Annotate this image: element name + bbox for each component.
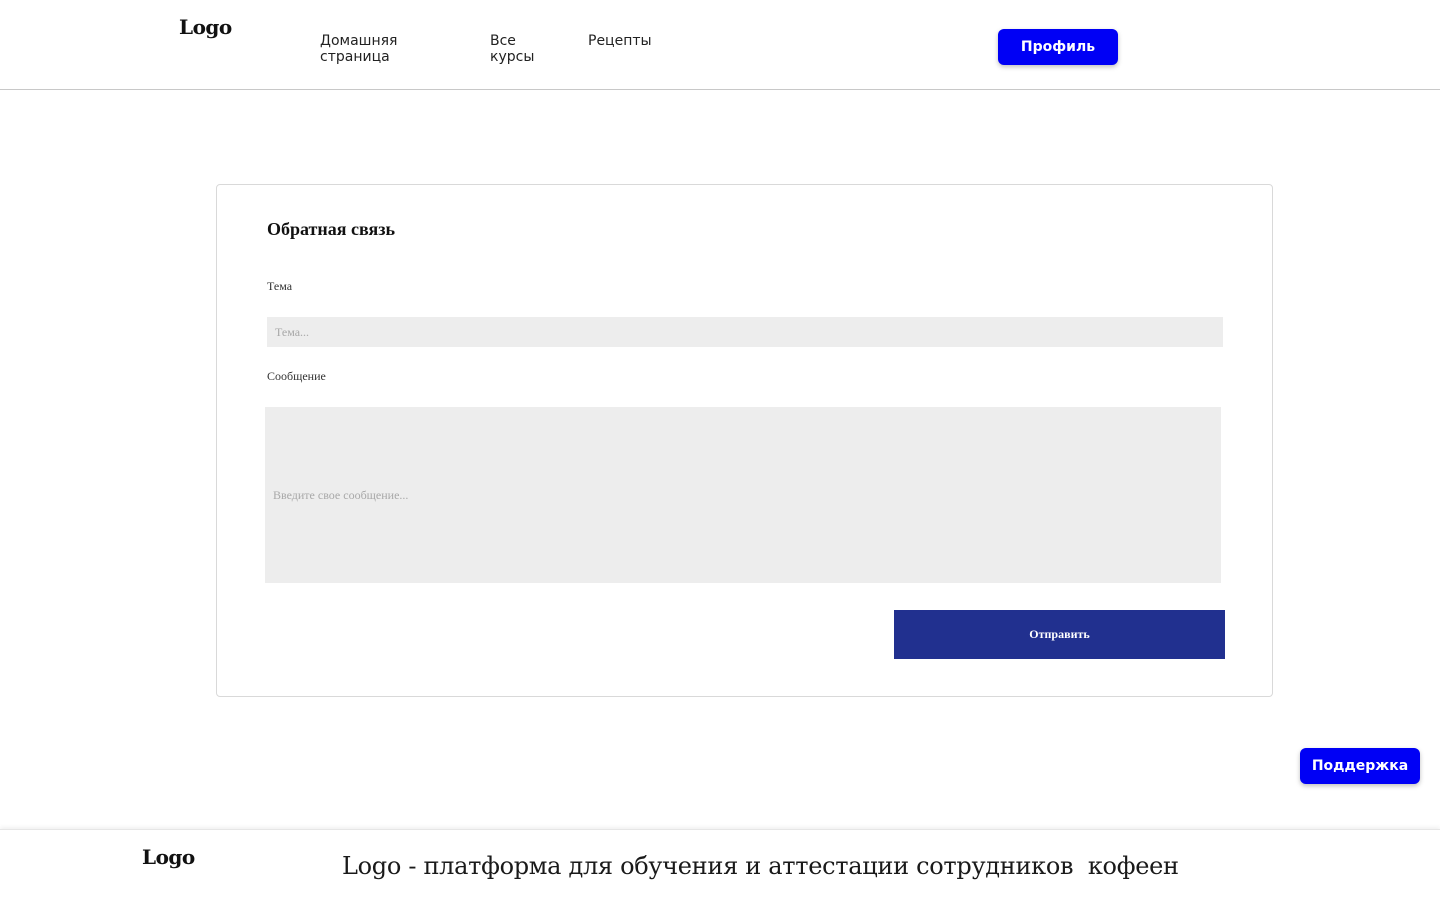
footer: Logo Logo - платформа для обучения и атт… <box>0 829 1440 900</box>
nav-link-home[interactable]: Домашняя страница <box>320 33 440 65</box>
support-button[interactable]: Поддержка <box>1300 748 1420 784</box>
nav-link-all-courses[interactable]: Все курсы <box>490 33 550 65</box>
footer-tagline: Logo - платформа для обучения и аттестац… <box>342 852 1179 880</box>
footer-logo: Logo <box>142 845 195 869</box>
top-navbar: Logo Домашняя страница Все курсы Рецепты… <box>0 0 1440 90</box>
profile-button[interactable]: Профиль <box>998 29 1118 65</box>
nav-link-recipes[interactable]: Рецепты <box>588 33 668 49</box>
message-textarea[interactable] <box>265 407 1221 583</box>
header-logo[interactable]: Logo <box>179 15 232 39</box>
feedback-card: Обратная связь Тема Сообщение Отправить <box>216 184 1273 697</box>
feedback-title: Обратная связь <box>267 219 395 239</box>
topic-label: Тема <box>267 279 293 293</box>
topic-input[interactable] <box>267 317 1223 347</box>
submit-button[interactable]: Отправить <box>894 610 1225 659</box>
message-label: Сообщение <box>267 369 326 383</box>
